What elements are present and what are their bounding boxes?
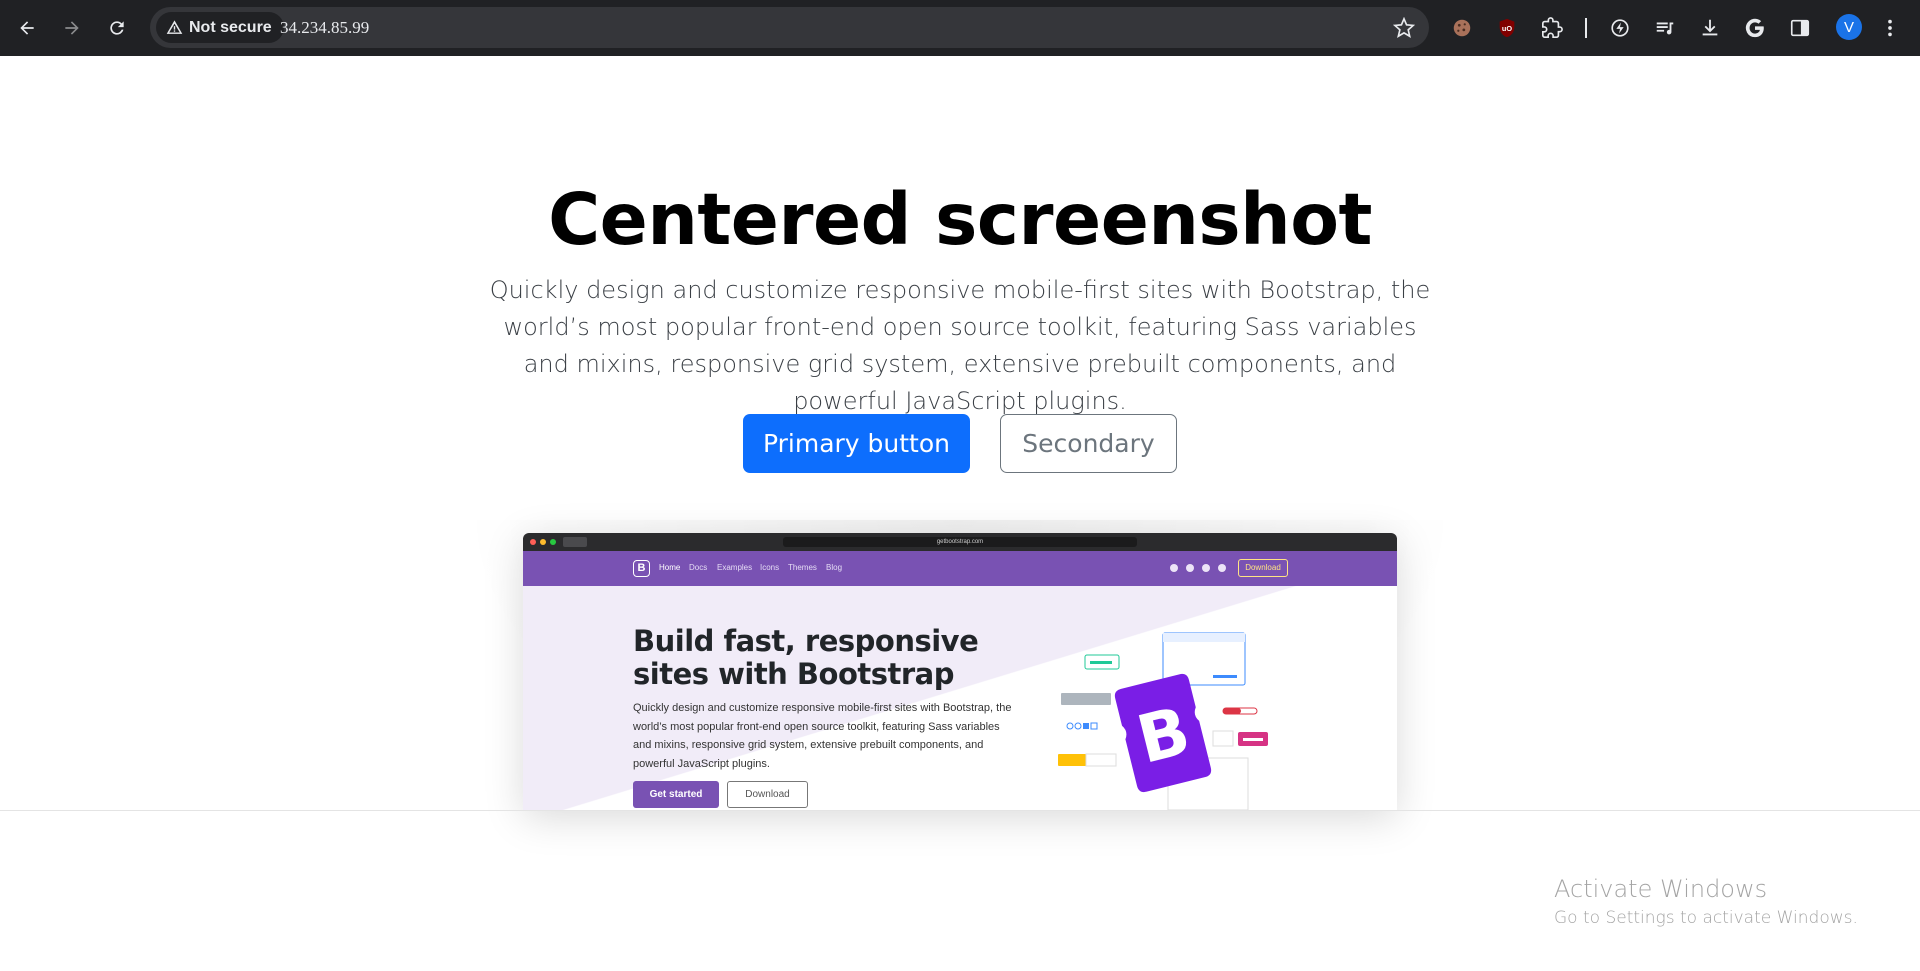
activate-windows-title: Activate Windows — [1554, 875, 1768, 903]
ublock-extension-icon[interactable]: uO — [1493, 14, 1521, 42]
back-button[interactable] — [9, 10, 45, 46]
mockup-nav-themes: Themes — [788, 563, 817, 572]
secondary-button[interactable]: Secondary — [1000, 414, 1177, 473]
mockup-nav-icons: Icons — [760, 563, 780, 572]
mockup-nav-blog: Blog — [826, 563, 843, 572]
page-title: Centered screenshot — [548, 178, 1372, 261]
bootstrap-illustration: B — [1058, 632, 1268, 810]
mockup-download-button: Download — [727, 781, 808, 808]
opencollective-icon — [1202, 564, 1210, 572]
warning-icon — [166, 20, 183, 34]
mockup-nav-download: Download — [1238, 559, 1288, 577]
theme-toggle-icon — [1218, 564, 1226, 572]
mockup-nav-docs: Docs — [689, 563, 708, 572]
address-bar[interactable]: Not secure 34.234.85.99 — [150, 7, 1429, 48]
mockup-window-bar: getbootstrap.com — [523, 533, 1397, 551]
mockup-heading: Build fast, responsive sites with Bootst… — [633, 624, 979, 691]
page-divider — [0, 810, 1920, 811]
mockup-url: getbootstrap.com — [783, 537, 1137, 547]
mockup-nav-examples: Examples — [717, 563, 753, 572]
bootstrap-screenshot: getbootstrap.com B Home Docs Examples Ic… — [523, 533, 1397, 810]
profile-avatar[interactable]: V — [1836, 14, 1862, 40]
mockup-nav-home: Home — [659, 563, 681, 572]
toolbar-separator — [1585, 18, 1587, 38]
activate-windows-subtitle: Go to Settings to activate Windows. — [1554, 908, 1858, 928]
reload-button[interactable] — [99, 10, 135, 46]
menu-kebab-icon[interactable] — [1876, 14, 1904, 42]
primary-button[interactable]: Primary button — [743, 414, 970, 473]
mockup-paragraph: Quickly design and customize responsive … — [633, 702, 1012, 770]
extensions-puzzle-icon[interactable] — [1538, 14, 1566, 42]
mockup-nav-arrows-icon — [563, 537, 587, 547]
mockup-get-started-button: Get started — [633, 781, 719, 808]
bookmark-star-icon[interactable] — [1393, 17, 1415, 39]
cookie-extension-icon[interactable] — [1448, 14, 1476, 42]
download-icon[interactable] — [1696, 14, 1724, 42]
minimize-dot-icon — [540, 539, 546, 545]
twitter-icon — [1186, 564, 1194, 572]
arrow-left-icon — [20, 21, 34, 35]
url-text[interactable]: 34.234.85.99 — [280, 18, 369, 38]
svg-text:uO: uO — [1502, 24, 1512, 33]
hero-lead-text: Quickly design and customize responsive … — [489, 276, 1431, 415]
mockup-navbar: B Home Docs Examples Icons Themes Blog D… — [523, 551, 1397, 586]
performance-icon[interactable] — [1606, 14, 1634, 42]
media-controls-icon[interactable] — [1651, 14, 1679, 42]
maximize-dot-icon — [550, 539, 556, 545]
side-panel-icon[interactable] — [1786, 14, 1814, 42]
google-icon[interactable] — [1741, 14, 1769, 42]
github-icon — [1170, 564, 1178, 572]
security-indicator[interactable]: Not secure — [156, 12, 284, 43]
browser-toolbar: Not secure 34.234.85.99 uO V — [0, 0, 1920, 56]
forward-button[interactable] — [54, 10, 90, 46]
reload-icon — [110, 21, 124, 35]
security-label: Not secure — [189, 18, 272, 36]
close-dot-icon — [530, 539, 536, 545]
bootstrap-logo-icon: B — [633, 560, 650, 577]
arrow-right-icon — [65, 21, 79, 35]
